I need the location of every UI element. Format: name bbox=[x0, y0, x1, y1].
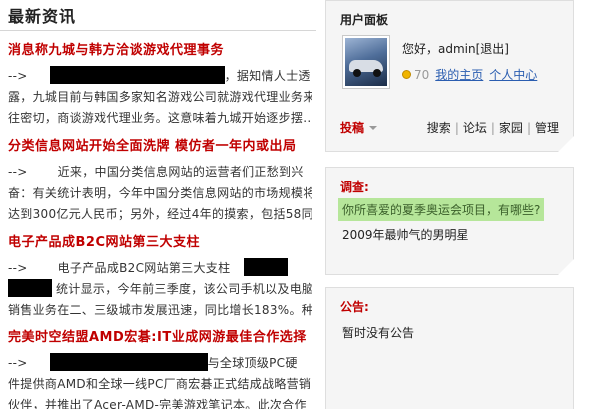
logout-link[interactable]: [退出] bbox=[476, 42, 509, 56]
credits-row: 70 我的主页 个人中心 bbox=[402, 66, 537, 83]
news-item: 电子产品成B2C网站第三大支柱 --> 电子产品成B2C网站第三大支柱 统计显示，… bbox=[8, 234, 312, 321]
coin-icon bbox=[402, 70, 411, 79]
news-title-link[interactable]: 电子产品成B2C网站第三大支柱 bbox=[8, 234, 312, 252]
user-panel-title: 用户面板 bbox=[340, 13, 389, 27]
section-title: 最新资讯 bbox=[8, 7, 77, 26]
news-item: 完美时空结盟AMD宏碁:IT业成网游最佳合作选择 --> 与全球顶级PC硬 件提供… bbox=[8, 329, 312, 409]
greeting-prefix: 您好， bbox=[402, 42, 439, 56]
section-divider bbox=[0, 30, 316, 31]
poll-question-link[interactable]: 你所喜爱的夏季奥运会项目，有哪些? bbox=[338, 198, 545, 221]
arrow-marker: --> bbox=[8, 69, 28, 83]
credits-value: 70 bbox=[414, 67, 430, 82]
username-link[interactable]: admin bbox=[438, 42, 476, 56]
news-summary: --> ，据知情人士透 露，九城目前与韩国多家知名游戏公司就游戏代理业务来 往密切… bbox=[8, 66, 312, 129]
summary-line: --> 近来，中国分类信息网站的运营者们正愁到兴 bbox=[8, 162, 312, 183]
home-link[interactable]: 家园 bbox=[499, 121, 523, 135]
news-column: 最新资讯 消息称九城与韩方洽谈游戏代理事务 --> ，据知情人士透 露，九城目前与… bbox=[0, 0, 316, 409]
news-title-link[interactable]: 分类信息网站开始全面洗牌 模仿者一年内或出局 bbox=[8, 138, 312, 156]
arrow-marker: --> bbox=[8, 356, 28, 370]
redacted-block bbox=[244, 258, 289, 276]
summary-line: 露，九城目前与韩国多家知名游戏公司就游戏代理业务来 bbox=[8, 90, 312, 104]
summary-line: 销售业务在二、三级城市发展迅速，同比增长183%。种 bbox=[8, 303, 312, 317]
news-item: 消息称九城与韩方洽谈游戏代理事务 --> ，据知情人士透 露，九城目前与韩国多家知… bbox=[8, 42, 312, 129]
poll-panel: 调查: 你所喜爱的夏季奥运会项目，有哪些? 2009年最帅气的男明星 bbox=[325, 167, 574, 275]
news-summary: --> 电子产品成B2C网站第三大支柱 统计显示，今年前三季度，该公司手机以及电脑… bbox=[8, 258, 312, 321]
forum-link[interactable]: 论坛 bbox=[463, 121, 487, 135]
redacted-block bbox=[49, 66, 225, 84]
poll-option-link[interactable]: 2009年最帅气的男明星 bbox=[342, 226, 469, 243]
summary-text: 与全球顶级PC硬 bbox=[207, 356, 298, 370]
summary-line: --> 电子产品成B2C网站第三大支柱 bbox=[8, 258, 312, 279]
greeting: 您好，admin[退出] bbox=[402, 40, 509, 57]
post-button[interactable]: 投稿 bbox=[340, 119, 378, 136]
news-title-link[interactable]: 消息称九城与韩方洽谈游戏代理事务 bbox=[8, 42, 312, 60]
summary-line: 统计显示，今年前三季度，该公司手机以及电脑 bbox=[8, 279, 312, 300]
summary-line: --> ，据知情人士透 bbox=[8, 66, 312, 87]
summary-text: 电子产品成B2C网站第三大支柱 bbox=[57, 261, 231, 275]
summary-line: 伙伴，并推出了Acer-AMD-完美游戏笔记本。此次合作 bbox=[8, 398, 307, 409]
chevron-down-icon bbox=[369, 125, 378, 130]
arrow-marker: --> bbox=[8, 261, 28, 275]
summary-text: ，据知情人士透 bbox=[224, 69, 311, 83]
post-label: 投稿 bbox=[340, 121, 365, 135]
news-summary: --> 与全球顶级PC硬 件提供商AMD和全球一线PC厂商宏碁正式结成战略营销 伙… bbox=[8, 353, 312, 409]
poll-title: 调查: bbox=[340, 180, 369, 194]
summary-line: 件提供商AMD和全球一线PC厂商宏碁正式结成战略营销 bbox=[8, 377, 312, 391]
arrow-marker: --> bbox=[8, 165, 28, 179]
summary-line: 达到300亿元人民币；另外，经过4年的摸索，包括58同 bbox=[8, 207, 312, 221]
news-summary: --> 近来，中国分类信息网站的运营者们正愁到兴 奋：有关统计表明，今年中国分类信… bbox=[8, 162, 312, 225]
avatar[interactable] bbox=[342, 35, 390, 89]
search-link[interactable]: 搜索 bbox=[427, 121, 451, 135]
summary-text: 近来，中国分类信息网站的运营者们正愁到兴 bbox=[57, 165, 304, 179]
quick-links: 搜索 | 论坛 | 家园 | 管理 bbox=[427, 119, 559, 136]
notice-panel: 公告: 暂时没有公告 bbox=[325, 287, 574, 409]
notice-text: 暂时没有公告 bbox=[342, 326, 415, 340]
summary-line: 往密切，商谈游戏代理业务。这意味着九城开始逐步摆... bbox=[8, 111, 312, 125]
separator: | bbox=[490, 121, 495, 135]
separator: | bbox=[526, 121, 531, 135]
separator: | bbox=[454, 121, 459, 135]
summary-line: --> 与全球顶级PC硬 bbox=[8, 353, 312, 374]
summary-line: 奋：有关统计表明，今年中国分类信息网站的市场规模将 bbox=[8, 186, 312, 200]
admin-link[interactable]: 管理 bbox=[535, 121, 559, 135]
news-title-link[interactable]: 完美时空结盟AMD宏碁:IT业成网游最佳合作选择 bbox=[8, 329, 312, 347]
redacted-block bbox=[49, 353, 208, 371]
corner-fold bbox=[558, 259, 574, 275]
summary-text: 统计显示，今年前三季度，该公司手机以及电脑 bbox=[56, 282, 312, 296]
user-panel: 用户面板 您好，admin[退出] 70 我的主页 个人中心 投稿 搜索 | 论坛 |… bbox=[325, 0, 574, 152]
news-item: 分类信息网站开始全面洗牌 模仿者一年内或出局 --> 近来，中国分类信息网站的运营… bbox=[8, 138, 312, 225]
notice-title: 公告: bbox=[340, 300, 369, 314]
redacted-block bbox=[8, 279, 52, 297]
corner-fold bbox=[558, 136, 574, 152]
personal-center-link[interactable]: 个人中心 bbox=[489, 66, 537, 83]
car-icon bbox=[345, 38, 387, 86]
my-home-link[interactable]: 我的主页 bbox=[435, 66, 483, 83]
